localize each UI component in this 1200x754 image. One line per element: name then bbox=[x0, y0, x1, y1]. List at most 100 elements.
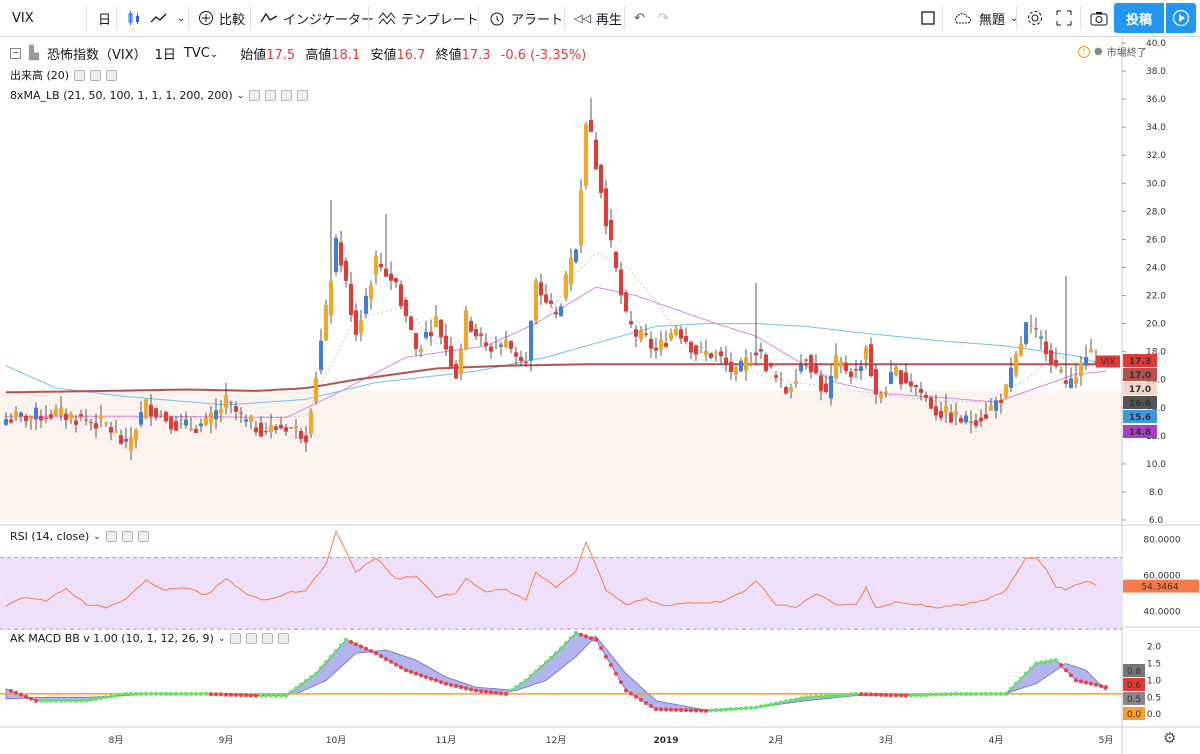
candle bbox=[374, 250, 378, 285]
macd-dot bbox=[769, 702, 773, 707]
candle-body bbox=[69, 414, 73, 419]
price-label-text: 17.0 bbox=[1129, 371, 1151, 381]
macd-dot bbox=[864, 692, 868, 697]
fullscreen-button[interactable] bbox=[1050, 0, 1078, 36]
close-icon[interactable] bbox=[106, 69, 118, 81]
macd-value-label: 0.8 bbox=[1127, 667, 1142, 677]
settings-icon[interactable] bbox=[246, 633, 258, 644]
candle-body bbox=[849, 371, 853, 378]
candle bbox=[324, 299, 328, 342]
settings-icon[interactable] bbox=[121, 531, 133, 542]
macd-dot bbox=[979, 691, 983, 696]
macd-dot bbox=[814, 694, 818, 699]
eye-icon[interactable] bbox=[105, 531, 117, 542]
undo-button[interactable]: ↶ bbox=[628, 0, 651, 36]
candle bbox=[1014, 350, 1018, 378]
replay-button[interactable]: ◁◁ 再生 bbox=[568, 0, 628, 36]
interval: 1日 bbox=[154, 48, 176, 63]
macd-dot bbox=[849, 692, 853, 697]
gear-icon[interactable]: ⚙ bbox=[1163, 729, 1176, 747]
candle bbox=[144, 398, 148, 420]
candle bbox=[739, 357, 743, 373]
macd-dot bbox=[114, 693, 118, 698]
candle-body bbox=[1074, 376, 1078, 385]
templates-button[interactable]: テンプレート bbox=[372, 0, 485, 36]
candle bbox=[434, 305, 438, 328]
source[interactable]: TVC⌄ bbox=[184, 46, 218, 61]
divider bbox=[1016, 6, 1017, 30]
eye-icon[interactable] bbox=[249, 90, 261, 101]
chevron-down-icon[interactable]: ⌄ bbox=[237, 91, 245, 101]
macd-dot bbox=[1014, 681, 1018, 686]
gear-icon bbox=[1028, 11, 1042, 25]
snapshot-button[interactable] bbox=[1084, 0, 1114, 36]
candle-body bbox=[984, 414, 988, 419]
chevron-down-icon[interactable]: ⌄ bbox=[93, 532, 101, 542]
candle-body bbox=[314, 377, 318, 402]
indicators-button[interactable]: インジケーター bbox=[254, 0, 380, 36]
eye-icon[interactable] bbox=[74, 69, 86, 81]
collapse-icon[interactable]: − bbox=[10, 48, 21, 59]
compare-button[interactable]: 比較 bbox=[192, 0, 251, 36]
close-icon[interactable] bbox=[297, 90, 309, 101]
eye-icon[interactable] bbox=[230, 633, 242, 644]
macd-dot bbox=[499, 691, 503, 696]
ma-line-ma200 bbox=[6, 363, 1106, 394]
candle bbox=[929, 395, 933, 410]
candle bbox=[904, 362, 908, 385]
macd-dot bbox=[399, 665, 403, 670]
symbol-search[interactable]: VIX bbox=[6, 0, 86, 36]
source-code-icon[interactable] bbox=[281, 90, 293, 101]
candle-body bbox=[84, 419, 88, 421]
chevron-down-icon[interactable]: ⌄ bbox=[218, 634, 226, 644]
macd-dot bbox=[384, 656, 388, 661]
play-button[interactable] bbox=[1166, 3, 1196, 33]
candle bbox=[899, 369, 903, 390]
macd-dot bbox=[179, 691, 183, 696]
candle bbox=[784, 385, 788, 395]
time-tick-label: 11月 bbox=[436, 735, 456, 746]
divider bbox=[942, 6, 943, 30]
candle bbox=[834, 343, 838, 381]
source-code-icon[interactable] bbox=[262, 633, 274, 644]
chart-style-dropdown[interactable]: ⌄ bbox=[144, 0, 191, 36]
candle bbox=[414, 333, 418, 357]
alert-button[interactable]: アラート bbox=[482, 0, 569, 36]
interval-button[interactable]: 日 bbox=[92, 0, 117, 36]
candle-body bbox=[499, 344, 503, 347]
low-value: 16.7 bbox=[396, 48, 426, 63]
close-icon[interactable] bbox=[137, 531, 149, 542]
settings-icon[interactable] bbox=[265, 90, 277, 101]
candle-body bbox=[409, 316, 413, 330]
play-circle-icon bbox=[1172, 9, 1190, 27]
chart-canvas[interactable]: 6.08.010.012.014.016.018.020.022.024.026… bbox=[0, 37, 1200, 754]
candle-body bbox=[269, 425, 273, 432]
candle bbox=[629, 311, 633, 328]
macd-dot bbox=[544, 660, 548, 665]
settings-icon[interactable] bbox=[90, 69, 102, 81]
candle bbox=[1074, 364, 1078, 389]
macd-dot bbox=[424, 675, 428, 679]
macd-dot bbox=[49, 698, 53, 703]
candle-body bbox=[624, 292, 628, 312]
candle-body bbox=[374, 256, 378, 275]
candle bbox=[464, 306, 468, 351]
layout-name-dropdown[interactable]: 無題 ⌄ bbox=[946, 0, 1024, 36]
candle bbox=[509, 340, 513, 354]
candle bbox=[844, 355, 848, 375]
settings-button[interactable] bbox=[1020, 0, 1050, 36]
candle-body bbox=[929, 397, 933, 409]
candle bbox=[849, 367, 853, 385]
redo-button[interactable]: ↷ bbox=[652, 0, 675, 36]
candle-body bbox=[579, 190, 583, 246]
close-label: 終値 bbox=[435, 48, 462, 63]
candle-body bbox=[1064, 380, 1068, 384]
macd-label: AK MACD BB v 1.00 (10, 1, 12, 26, 9) bbox=[10, 632, 214, 645]
publish-button[interactable]: 投稿 bbox=[1114, 3, 1165, 33]
fullscreen-layout-button[interactable] bbox=[914, 0, 942, 36]
close-icon[interactable] bbox=[278, 633, 290, 644]
divider bbox=[478, 6, 479, 30]
macd-dot bbox=[394, 662, 398, 667]
price-tick-label: 24.0 bbox=[1146, 263, 1166, 273]
candle-body bbox=[339, 242, 343, 266]
